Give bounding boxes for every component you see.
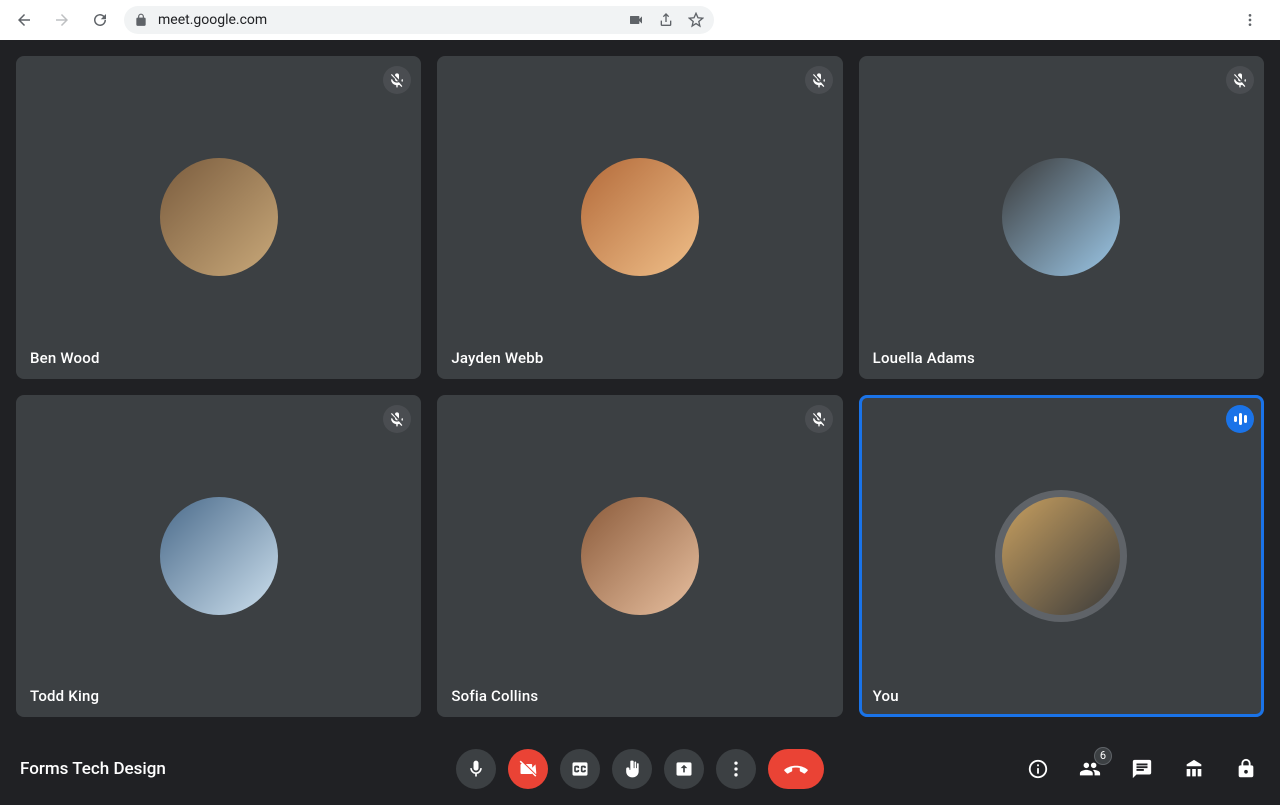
chat-button[interactable] [1128,755,1156,783]
captions-button[interactable] [560,749,600,789]
avatar [1002,158,1120,276]
right-controls: 6 [1024,755,1260,783]
mic-muted-icon [383,66,411,94]
participant-tile[interactable]: Ben Wood [16,56,421,379]
meet-container: Ben Wood Jayden Webb Louella Adams Todd … [0,40,1280,805]
mic-muted-icon [1226,66,1254,94]
address-bar[interactable]: meet.google.com [124,6,714,34]
meeting-details-button[interactable] [1024,755,1052,783]
mic-muted-icon [805,66,833,94]
more-options-button[interactable] [716,749,756,789]
mic-toggle-button[interactable] [456,749,496,789]
avatar [1002,497,1120,615]
mic-muted-icon [805,405,833,433]
host-controls-button[interactable] [1232,755,1260,783]
leave-call-button[interactable] [768,749,824,789]
browser-back-button[interactable] [10,6,38,34]
mic-muted-icon [383,405,411,433]
participant-count-badge: 6 [1094,747,1112,765]
meeting-title: Forms Tech Design [20,759,166,779]
participant-tile[interactable]: Jayden Webb [437,56,842,379]
participant-tile[interactable]: Louella Adams [859,56,1264,379]
camera-indicator-icon[interactable] [628,12,644,28]
avatar [160,158,278,276]
browser-bar: meet.google.com [0,0,1280,40]
browser-menu-button[interactable] [1242,12,1270,28]
activities-button[interactable] [1180,755,1208,783]
participant-name: Louella Adams [873,349,975,367]
lock-icon [134,13,148,27]
star-icon[interactable] [688,12,704,28]
participant-name: Todd King [30,687,99,705]
participant-tile-self[interactable]: You [859,395,1264,718]
browser-reload-button[interactable] [86,6,114,34]
browser-forward-button[interactable] [48,6,76,34]
camera-toggle-button[interactable] [508,749,548,789]
address-url: meet.google.com [158,12,267,28]
raise-hand-button[interactable] [612,749,652,789]
avatar [581,497,699,615]
present-screen-button[interactable] [664,749,704,789]
participant-name: Jayden Webb [451,349,543,367]
people-button[interactable]: 6 [1076,755,1104,783]
share-icon[interactable] [658,12,674,28]
participant-name: Ben Wood [30,349,100,367]
bottom-bar: Forms Tech Design [0,733,1280,805]
call-controls [456,749,824,789]
participant-name: Sofia Collins [451,687,538,705]
avatar [581,158,699,276]
participant-grid: Ben Wood Jayden Webb Louella Adams Todd … [0,40,1280,733]
speaking-indicator-icon [1226,405,1254,433]
avatar [160,497,278,615]
avatar-ring [995,490,1127,622]
participant-tile[interactable]: Todd King [16,395,421,718]
participant-name: You [873,687,899,705]
participant-tile[interactable]: Sofia Collins [437,395,842,718]
